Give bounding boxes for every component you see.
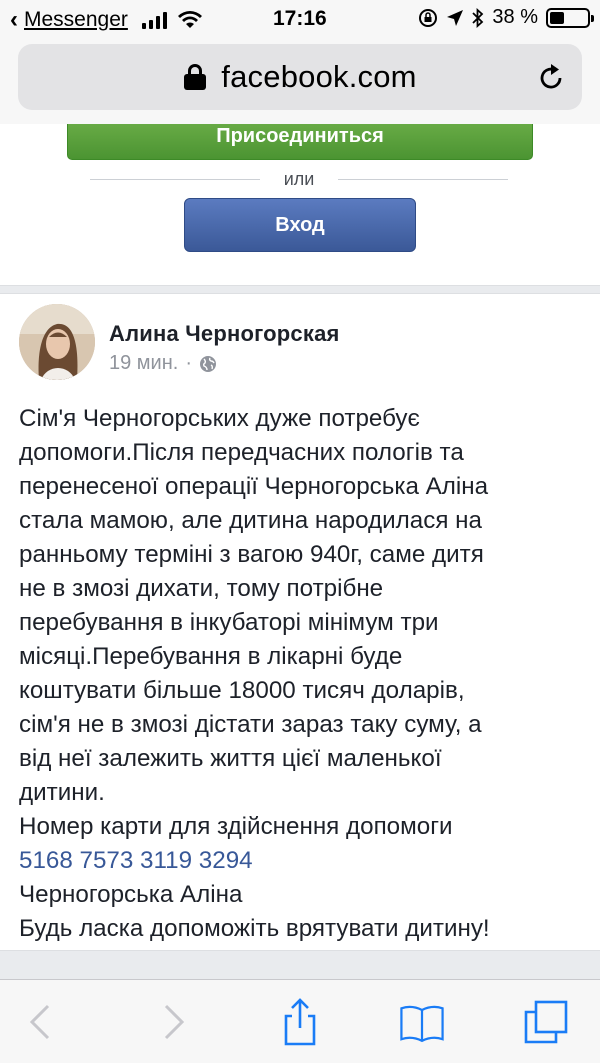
post-line: Номер карти для здійснення допомоги xyxy=(19,813,453,840)
tabs-icon[interactable] xyxy=(522,998,570,1046)
post-line: коштувати більше 18000 тисяч доларів, xyxy=(19,677,465,704)
battery-icon xyxy=(546,7,594,28)
post-line: перебування в інкубаторі мінімум три xyxy=(19,609,439,636)
back-app-label[interactable]: Messenger xyxy=(24,8,128,32)
divider-line-left xyxy=(90,179,260,180)
status-bar: ‹ Messenger 17:16 38 % xyxy=(0,0,600,38)
battery-percent: 38 % xyxy=(492,6,538,28)
location-arrow-icon xyxy=(447,9,464,26)
back-icon[interactable] xyxy=(18,998,66,1046)
or-label: или xyxy=(283,169,315,189)
divider-line-right xyxy=(338,179,508,180)
card-number-link[interactable]: 5168 7573 3119 3294 xyxy=(19,844,589,878)
orientation-lock-icon xyxy=(419,8,438,27)
url-text: facebook.com xyxy=(221,59,417,94)
post-author-name[interactable]: Алина Черногорская xyxy=(109,321,340,347)
post-meta: 19 мин. · xyxy=(109,352,217,375)
status-right: 38 % xyxy=(418,6,594,29)
globe-icon xyxy=(200,355,216,372)
post-line: не в змозі дихати, тому потрібне xyxy=(19,575,384,602)
post-line: сім'я не в змозі дістати зараз таку суму… xyxy=(19,711,482,738)
browser-address-area: facebook.com xyxy=(0,38,600,124)
post-line: Будь ласка допоможіть врятувати дитину! xyxy=(19,915,490,942)
address-bar[interactable]: facebook.com xyxy=(18,44,582,110)
bluetooth-icon xyxy=(472,7,484,28)
post-line: перенесеної операції Черногорська Аліна xyxy=(19,473,489,500)
battery-level xyxy=(550,11,564,24)
post-card: Алина Черногорская 19 мин. · Сім'я Черно… xyxy=(0,293,600,951)
back-to-app[interactable]: ‹ Messenger xyxy=(10,6,203,34)
post-line: Сім'я Черногорських дуже потребує xyxy=(19,405,420,432)
reload-icon[interactable] xyxy=(534,61,568,95)
forward-icon[interactable] xyxy=(148,998,196,1046)
share-icon[interactable] xyxy=(276,998,324,1046)
lock-icon xyxy=(183,64,207,90)
post-line: дитини. xyxy=(19,779,105,806)
cellular-signal-icon xyxy=(141,11,167,29)
avatar[interactable] xyxy=(19,304,95,380)
back-chevron-icon: ‹ xyxy=(10,6,18,33)
post-timestamp[interactable]: 19 мин. xyxy=(109,352,178,375)
clock: 17:16 xyxy=(273,7,327,30)
meta-separator: · xyxy=(185,352,192,374)
post-line: ранньому терміні з вагою 940г, саме дитя xyxy=(19,541,484,568)
login-prompt-card: Присоединиться или Вход xyxy=(0,124,600,286)
bookmarks-icon[interactable] xyxy=(398,998,446,1046)
post-line: від неї залежить життя цієї маленької xyxy=(19,745,442,772)
post-line: місяці.Перебування в лікарні буде xyxy=(19,643,403,670)
join-button[interactable]: Присоединиться xyxy=(67,124,533,160)
login-button[interactable]: Вход xyxy=(184,198,416,252)
post-body: Сім'я Черногорських дуже потребує допомо… xyxy=(19,402,589,946)
browser-toolbar xyxy=(0,979,600,1063)
post-line: допомоги.Після передчасних пологів та xyxy=(19,439,464,466)
post-line: стала мамою, але дитина народилася на xyxy=(19,507,482,534)
post-line: Черногорська Аліна xyxy=(19,881,243,908)
wifi-icon xyxy=(177,11,202,28)
